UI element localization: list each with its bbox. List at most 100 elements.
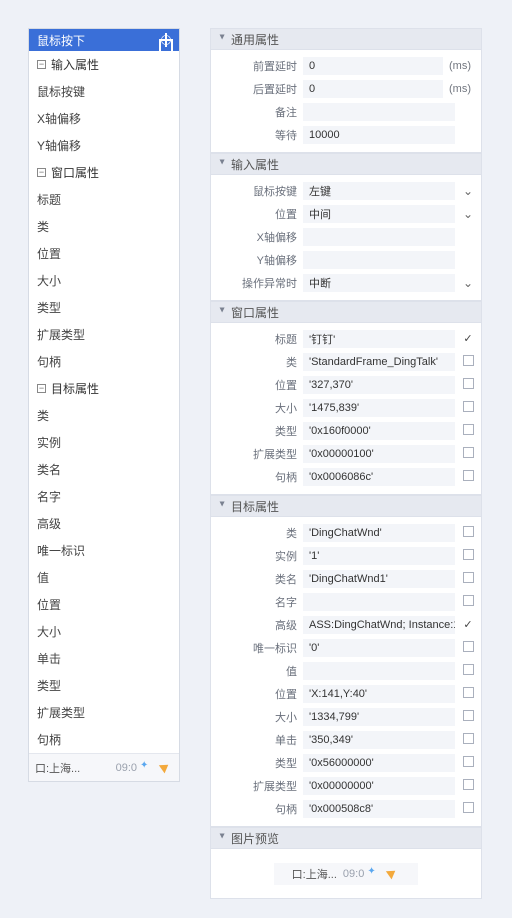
property-input[interactable]	[303, 593, 455, 611]
tree-group[interactable]: −窗口属性	[29, 159, 179, 186]
checkbox-unchecked[interactable]	[461, 779, 475, 793]
tree-item[interactable]: 类	[29, 213, 179, 240]
property-input[interactable]: '0x000508c8'	[303, 800, 455, 818]
tree-item[interactable]: 高级	[29, 510, 179, 537]
property-input[interactable]: '327,370'	[303, 376, 455, 394]
checkbox-unchecked[interactable]	[461, 802, 475, 816]
property-row: 句柄'0x000508c8'	[211, 797, 475, 820]
property-input[interactable]: 左键	[303, 182, 455, 200]
property-row: 大小'1475,839'	[211, 396, 475, 419]
property-input[interactable]: 'DingChatWnd1'	[303, 570, 455, 588]
tree-item[interactable]: 位置	[29, 591, 179, 618]
checkbox-unchecked[interactable]	[461, 641, 475, 655]
tree-item[interactable]: 标题	[29, 186, 179, 213]
property-input[interactable]: ASS:DingChatWnd; Instance:1'	[303, 616, 455, 634]
checkbox-checked[interactable]	[461, 332, 475, 345]
tree-item[interactable]: 唯一标识	[29, 537, 179, 564]
tree-item[interactable]: 句柄	[29, 726, 179, 753]
property-input[interactable]: '0x00000000'	[303, 777, 455, 795]
property-input[interactable]: '钉钉'	[303, 330, 455, 348]
property-label: 操作异常时	[211, 275, 297, 291]
property-label: 类	[211, 354, 297, 370]
dropdown-icon[interactable]	[461, 276, 475, 290]
property-input[interactable]: '0x00000100'	[303, 445, 455, 463]
tree-item[interactable]: 实例	[29, 429, 179, 456]
tree-item[interactable]: 值	[29, 564, 179, 591]
section-header[interactable]: ▸输入属性	[210, 153, 482, 175]
tree-item[interactable]: X轴偏移	[29, 105, 179, 132]
section-header[interactable]: ▸窗口属性	[210, 301, 482, 323]
property-input[interactable]: '0x0006086c'	[303, 468, 455, 486]
property-label: 高级	[211, 617, 297, 633]
tree-item[interactable]: 名字	[29, 483, 179, 510]
checkbox-unchecked[interactable]	[461, 710, 475, 724]
tree-item[interactable]: 类型	[29, 294, 179, 321]
property-input[interactable]: 中断	[303, 274, 455, 292]
property-input[interactable]	[303, 228, 455, 246]
section-header[interactable]: ▸通用属性	[210, 28, 482, 50]
property-input[interactable]: '0'	[303, 639, 455, 657]
checkbox-unchecked[interactable]	[461, 526, 475, 540]
checkbox-checked[interactable]	[461, 618, 475, 631]
property-input[interactable]: 0	[303, 57, 443, 75]
dropdown-icon[interactable]	[461, 207, 475, 221]
property-input[interactable]: '0x160f0000'	[303, 422, 455, 440]
property-label: 值	[211, 663, 297, 679]
property-row: 前置延时0(ms)	[211, 54, 475, 77]
cursor-icon	[386, 867, 400, 881]
collapse-icon[interactable]: −	[37, 60, 46, 69]
target-icon[interactable]	[159, 33, 173, 47]
checkbox-unchecked[interactable]	[461, 378, 475, 392]
section-header[interactable]: ▸图片预览	[210, 827, 482, 849]
property-row: 类 'StandardFrame_DingTalk'	[211, 350, 475, 373]
property-input[interactable]	[303, 662, 455, 680]
collapse-icon[interactable]: −	[37, 384, 46, 393]
tree-item[interactable]: 类名	[29, 456, 179, 483]
property-input[interactable]: '1334,799'	[303, 708, 455, 726]
checkbox-unchecked[interactable]	[461, 595, 475, 609]
checkbox-unchecked[interactable]	[461, 424, 475, 438]
checkbox-unchecked[interactable]	[461, 756, 475, 770]
chevron-down-icon: ▸	[217, 159, 228, 169]
checkbox-unchecked[interactable]	[461, 549, 475, 563]
property-input[interactable]: '0x56000000'	[303, 754, 455, 772]
property-input[interactable]: 10000	[303, 126, 455, 144]
dropdown-icon[interactable]	[461, 184, 475, 198]
checkbox-unchecked[interactable]	[461, 447, 475, 461]
property-input[interactable]: '1475,839'	[303, 399, 455, 417]
tree-item[interactable]: 大小	[29, 267, 179, 294]
section-header[interactable]: ▸目标属性	[210, 495, 482, 517]
tree-item[interactable]: 大小	[29, 618, 179, 645]
tree-group[interactable]: −输入属性	[29, 51, 179, 78]
tree-item[interactable]: 单击	[29, 645, 179, 672]
tree-item[interactable]: 类型	[29, 672, 179, 699]
checkbox-unchecked[interactable]	[461, 355, 475, 369]
tree-item[interactable]: 鼠标按键	[29, 78, 179, 105]
property-input[interactable]	[303, 251, 455, 269]
property-input[interactable]: '350,349'	[303, 731, 455, 749]
tree-item[interactable]: 位置	[29, 240, 179, 267]
property-input[interactable]: 0	[303, 80, 443, 98]
property-input[interactable]: 中间	[303, 205, 455, 223]
checkbox-unchecked[interactable]	[461, 572, 475, 586]
property-label: 扩展类型	[211, 446, 297, 462]
property-input[interactable]: 'DingChatWnd'	[303, 524, 455, 542]
tree-item[interactable]: 扩展类型	[29, 699, 179, 726]
checkbox-unchecked[interactable]	[461, 733, 475, 747]
property-input[interactable]: '1'	[303, 547, 455, 565]
checkbox-unchecked[interactable]	[461, 664, 475, 678]
tree-item[interactable]: 类	[29, 402, 179, 429]
tree-group[interactable]: −目标属性	[29, 375, 179, 402]
tree-item[interactable]: 句柄	[29, 348, 179, 375]
checkbox-unchecked[interactable]	[461, 401, 475, 415]
collapse-icon[interactable]: −	[37, 168, 46, 177]
property-input[interactable]: 'X:141,Y:40'	[303, 685, 455, 703]
checkbox-unchecked[interactable]	[461, 687, 475, 701]
tree-item[interactable]: 扩展类型	[29, 321, 179, 348]
tree-item[interactable]: Y轴偏移	[29, 132, 179, 159]
checkbox-unchecked[interactable]	[461, 470, 475, 484]
property-input[interactable]: 'StandardFrame_DingTalk'	[303, 353, 455, 371]
property-input[interactable]	[303, 103, 455, 121]
property-label: 名字	[211, 594, 297, 610]
property-row: Y轴偏移	[211, 248, 475, 271]
